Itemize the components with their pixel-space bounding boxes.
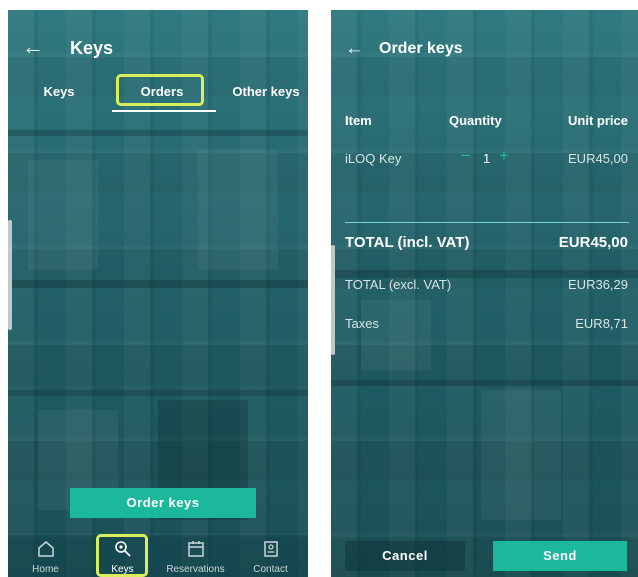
total-incl-vat-value: EUR45,00 [558,234,628,251]
total-incl-vat-label: TOTAL (incl. VAT) [345,234,470,251]
arrow-left-icon[interactable]: ← [22,36,44,58]
taxes-value: EUR8,71 [575,316,628,331]
calendar-icon [186,539,206,564]
building-ledge [8,390,308,396]
building-ledge [8,130,308,136]
order-keys-button[interactable]: Order keys [70,488,256,518]
building-ledge [331,380,638,386]
total-excl-vat-value: EUR36,29 [568,277,628,292]
building-ledge [8,280,308,288]
divider [345,222,629,223]
tab-highlight-box [116,74,204,106]
nav-contact[interactable]: Contact [233,535,308,577]
side-drag-handle[interactable] [331,245,335,355]
nav-reservations[interactable]: Reservations [158,535,233,577]
page-title: Order keys [379,40,463,57]
nav-home[interactable]: Home [8,535,83,577]
building-window [361,300,431,370]
column-header-quantity: Quantity [449,113,502,128]
home-icon [36,539,56,564]
tab-keys[interactable]: Keys [32,84,86,99]
decrease-quantity-button[interactable]: − [461,147,471,164]
cancel-button[interactable]: Cancel [345,541,465,571]
quantity-value: 1 [483,151,491,166]
active-tab-indicator [112,110,216,112]
unit-price-value: EUR45,00 [568,151,628,166]
building-window [198,150,278,270]
nav-reservations-label: Reservations [166,564,225,575]
contact-card-icon [261,539,281,564]
building-window [28,160,98,270]
page-title: Keys [70,38,114,58]
bottom-navigation: Home Keys Reservations Contact [8,535,308,577]
nav-contact-label: Contact [253,564,288,575]
column-header-unit-price: Unit price [568,113,628,128]
item-name: iLOQ Key [345,151,402,166]
order-keys-screen: ← Order keys Item Quantity Unit price iL… [331,10,638,577]
total-excl-vat-label: TOTAL (excl. VAT) [345,277,452,292]
column-header-item: Item [345,113,372,128]
building-window [481,390,561,520]
nav-home-label: Home [32,564,59,575]
send-button[interactable]: Send [493,541,627,571]
side-drag-handle[interactable] [8,220,12,330]
keys-screen: ← Keys Keys Orders Other keys Order keys… [8,10,308,577]
tab-other-keys[interactable]: Other keys [224,84,308,99]
taxes-label: Taxes [345,316,379,331]
increase-quantity-button[interactable]: + [499,147,509,164]
nav-highlight-box [96,534,148,577]
arrow-left-icon[interactable]: ← [345,38,364,60]
